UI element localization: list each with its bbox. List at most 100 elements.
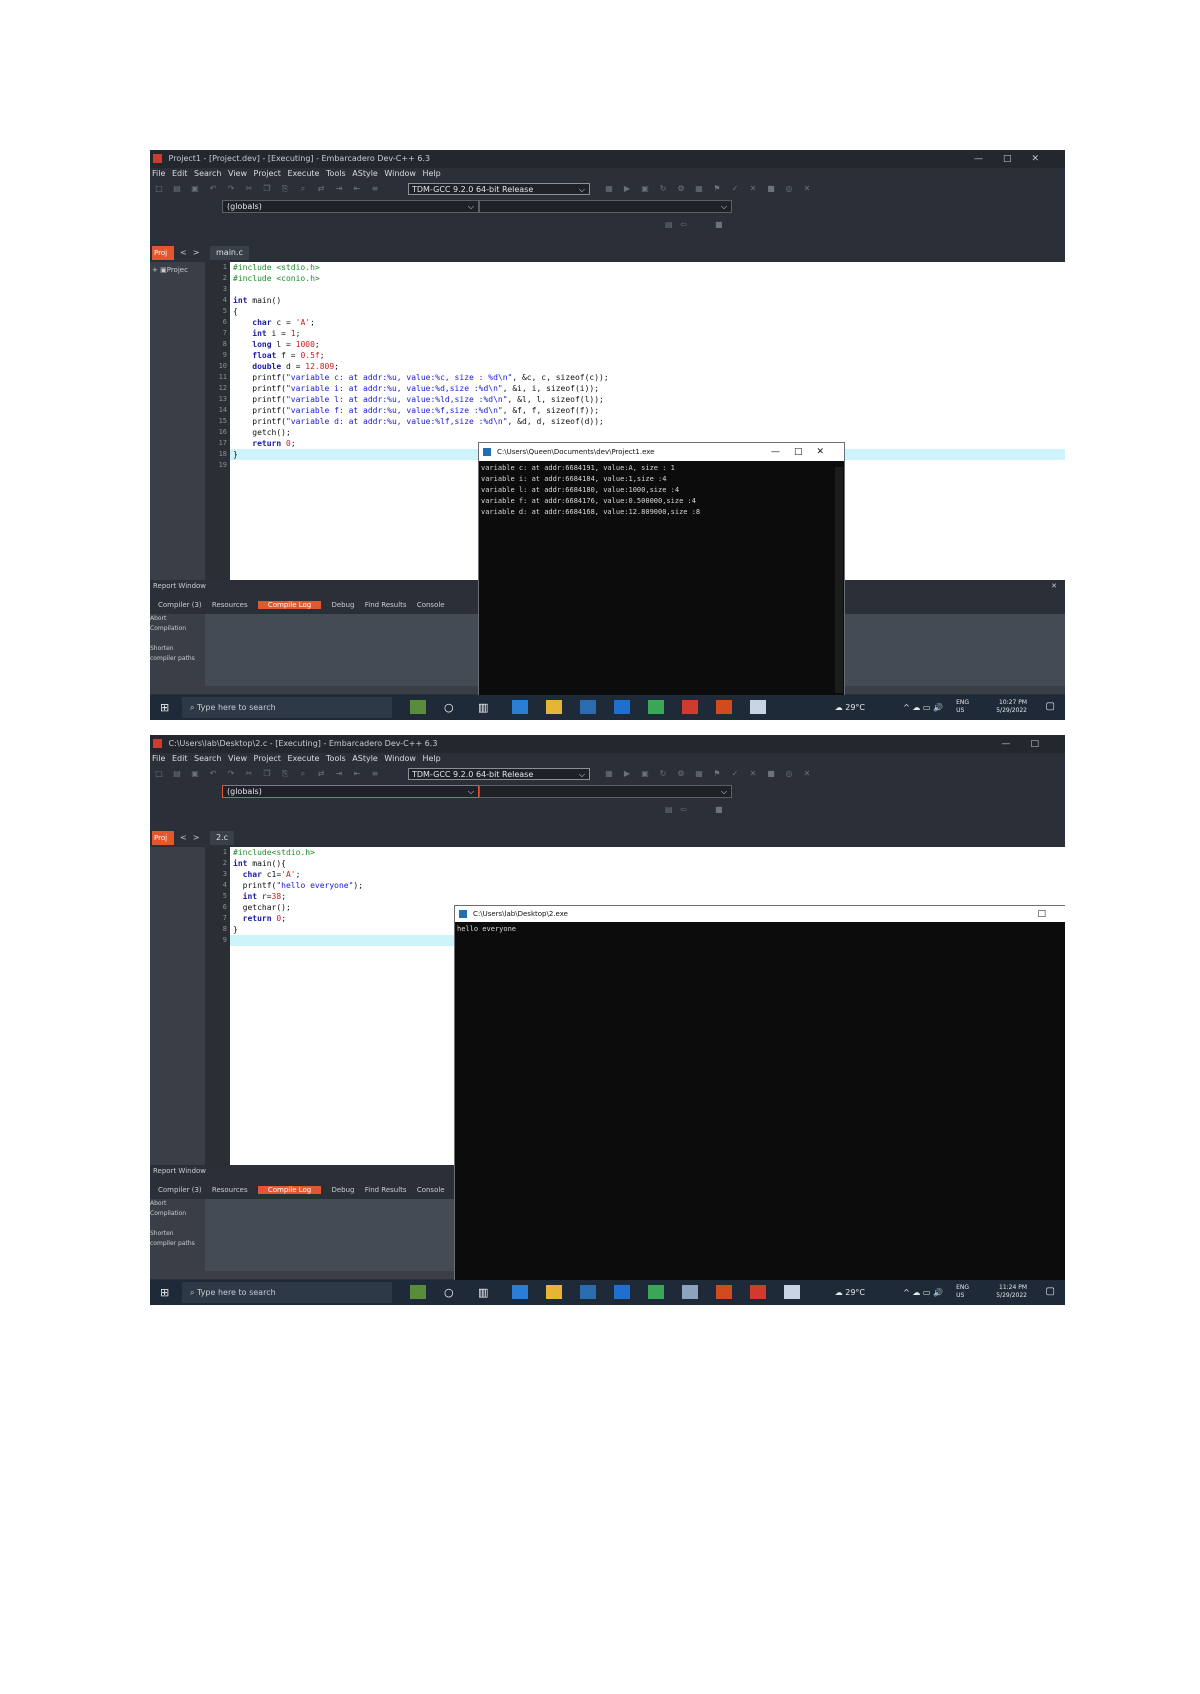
menu-view[interactable]: View — [228, 169, 247, 178]
tab-find-results[interactable]: Find Results — [365, 601, 407, 609]
compile-icon[interactable]: ▦ — [600, 766, 618, 782]
task-view-icon[interactable]: ▥ — [478, 1285, 494, 1299]
tab-resources[interactable]: Resources — [212, 601, 248, 609]
debug-icon[interactable]: ⚙ — [672, 181, 690, 197]
grid-icon[interactable]: ▦ — [690, 181, 708, 197]
replace-icon[interactable]: ⇄ — [312, 181, 330, 197]
weather-widget[interactable]: ☁ 29°C — [835, 695, 865, 720]
powerpoint-icon[interactable] — [716, 1285, 732, 1299]
window-controls[interactable]: —□✕ — [974, 150, 1059, 168]
profile-icon[interactable]: ◎ — [780, 181, 798, 197]
menu-file[interactable]: File — [152, 169, 165, 178]
app-weather-icon[interactable] — [410, 700, 426, 714]
powerpoint-icon[interactable] — [716, 700, 732, 714]
cortana-icon[interactable]: ○ — [444, 700, 460, 714]
compile-icon[interactable]: ▦ — [600, 181, 618, 197]
clock[interactable]: 11:24 PM 5/29/2022 — [996, 1284, 1027, 1300]
tab-console[interactable]: Console — [417, 1186, 445, 1194]
chrome-icon[interactable] — [648, 700, 664, 714]
rebuild-icon[interactable]: ↻ — [654, 181, 672, 197]
lock-icon[interactable]: ■ — [715, 801, 723, 819]
tab-resources[interactable]: Resources — [212, 1186, 248, 1194]
file-explorer-icon[interactable] — [546, 1285, 562, 1299]
console-window[interactable]: C:\Users\lab\Desktop\2.exe □ hello every… — [454, 905, 1065, 1281]
indent-icon[interactable]: ⇥ — [330, 181, 348, 197]
scope-select[interactable]: (globals) ⌵ — [222, 785, 479, 798]
app-icon[interactable] — [682, 1285, 698, 1299]
lock-icon[interactable]: ■ — [715, 216, 723, 234]
tray-icons[interactable]: ^ ☁ ▭ 🔊 — [903, 695, 943, 720]
menu-project[interactable]: Project — [254, 169, 281, 178]
scope-select[interactable]: (globals) ⌵ — [222, 200, 479, 213]
unindent-icon[interactable]: ⇤ — [348, 766, 366, 782]
taskbar-search[interactable]: ⌕ Type here to search — [182, 697, 392, 718]
grid-icon[interactable]: ▦ — [690, 766, 708, 782]
tab-compiler[interactable]: Compiler (3) — [158, 601, 202, 609]
goto-icon[interactable]: ▤ — [665, 216, 673, 234]
menu-help[interactable]: Help — [423, 754, 441, 763]
tab-nav-arrows[interactable]: <> — [180, 831, 205, 845]
tab-debug[interactable]: Debug — [331, 1186, 354, 1194]
task-view-icon[interactable]: ▥ — [478, 700, 494, 714]
menu-execute[interactable]: Execute — [287, 169, 319, 178]
taskbar-search[interactable]: ⌕ Type here to search — [182, 1282, 392, 1303]
tab-project[interactable]: Proj — [152, 831, 174, 845]
tab-debug[interactable]: Debug — [331, 601, 354, 609]
shorten-paths-checkbox[interactable]: Shorten compiler paths — [150, 1229, 200, 1249]
paste-icon[interactable]: ⎘ — [276, 181, 294, 197]
tab-file[interactable]: 2.c — [210, 831, 235, 845]
bookmark-icon[interactable]: ⚑ — [708, 766, 726, 782]
undo-icon[interactable]: ↶ — [204, 181, 222, 197]
delete-icon[interactable]: ✕ — [798, 181, 816, 197]
console-window[interactable]: C:\Users\Queen\Documents\dev\Project1.ex… — [478, 442, 845, 696]
mail-icon[interactable] — [614, 1285, 630, 1299]
stop-icon[interactable]: ■ — [762, 181, 780, 197]
notification-icon[interactable]: ▢ — [1046, 1287, 1055, 1297]
language-indicator[interactable]: ENG US — [956, 1284, 969, 1300]
new-file-icon[interactable]: □ — [150, 766, 168, 782]
compile-run-icon[interactable]: ▣ — [636, 766, 654, 782]
clock[interactable]: 10:27 PM 5/29/2022 — [996, 699, 1027, 715]
menu-search[interactable]: Search — [194, 754, 221, 763]
find-icon[interactable]: ⌕ — [294, 766, 312, 782]
check-icon[interactable]: ✓ — [726, 766, 744, 782]
undo-icon[interactable]: ↶ — [204, 766, 222, 782]
close-icon[interactable]: ✕ — [744, 181, 762, 197]
save-icon[interactable]: ▣ — [186, 181, 204, 197]
menu-file[interactable]: File — [152, 754, 165, 763]
store-icon[interactable] — [580, 700, 596, 714]
windows-start-icon[interactable]: ⊞ — [160, 702, 169, 713]
open-icon[interactable]: ▤ — [168, 766, 186, 782]
function-select[interactable]: ⌵ — [479, 785, 732, 798]
compiler-select[interactable]: TDM-GCC 9.2.0 64-bit Release ⌵ — [408, 183, 590, 195]
menu-edit[interactable]: Edit — [172, 169, 188, 178]
tab-compiler[interactable]: Compiler (3) — [158, 1186, 202, 1194]
compiler-select[interactable]: TDM-GCC 9.2.0 64-bit Release ⌵ — [408, 768, 590, 780]
cortana-icon[interactable]: ○ — [444, 1285, 460, 1299]
tab-project[interactable]: Proj — [152, 246, 174, 260]
tab-nav-arrows[interactable]: <> — [180, 246, 205, 260]
menu-tools[interactable]: Tools — [326, 169, 346, 178]
shorten-paths-checkbox[interactable]: Shorten compiler paths — [150, 644, 200, 664]
open-icon[interactable]: ▤ — [168, 181, 186, 197]
tab-compile-log[interactable]: Compile Log — [257, 1186, 322, 1194]
indent-icon[interactable]: ⇥ — [330, 766, 348, 782]
unindent-icon[interactable]: ⇤ — [348, 181, 366, 197]
window-controls[interactable]: □ — [1037, 906, 1060, 922]
function-select[interactable]: ⌵ — [479, 200, 732, 213]
toggle-comment-icon[interactable]: ≡ — [366, 181, 384, 197]
compile-run-icon[interactable]: ▣ — [636, 181, 654, 197]
menu-project[interactable]: Project — [254, 754, 281, 763]
redo-icon[interactable]: ↷ — [222, 766, 240, 782]
toggle-comment-icon[interactable]: ≡ — [366, 766, 384, 782]
tray-icons[interactable]: ^ ☁ ▭ 🔊 — [903, 1280, 943, 1305]
console-taskbar-icon[interactable] — [784, 1285, 800, 1299]
menu-edit[interactable]: Edit — [172, 754, 188, 763]
goto-icon[interactable]: ▤ — [665, 801, 673, 819]
menu-astyle[interactable]: AStyle — [352, 169, 378, 178]
notification-icon[interactable]: ▢ — [1046, 702, 1055, 712]
file-explorer-icon[interactable] — [546, 700, 562, 714]
bookmark-icon[interactable]: ⚑ — [708, 181, 726, 197]
chrome-icon[interactable] — [648, 1285, 664, 1299]
profile-icon[interactable]: ◎ — [780, 766, 798, 782]
